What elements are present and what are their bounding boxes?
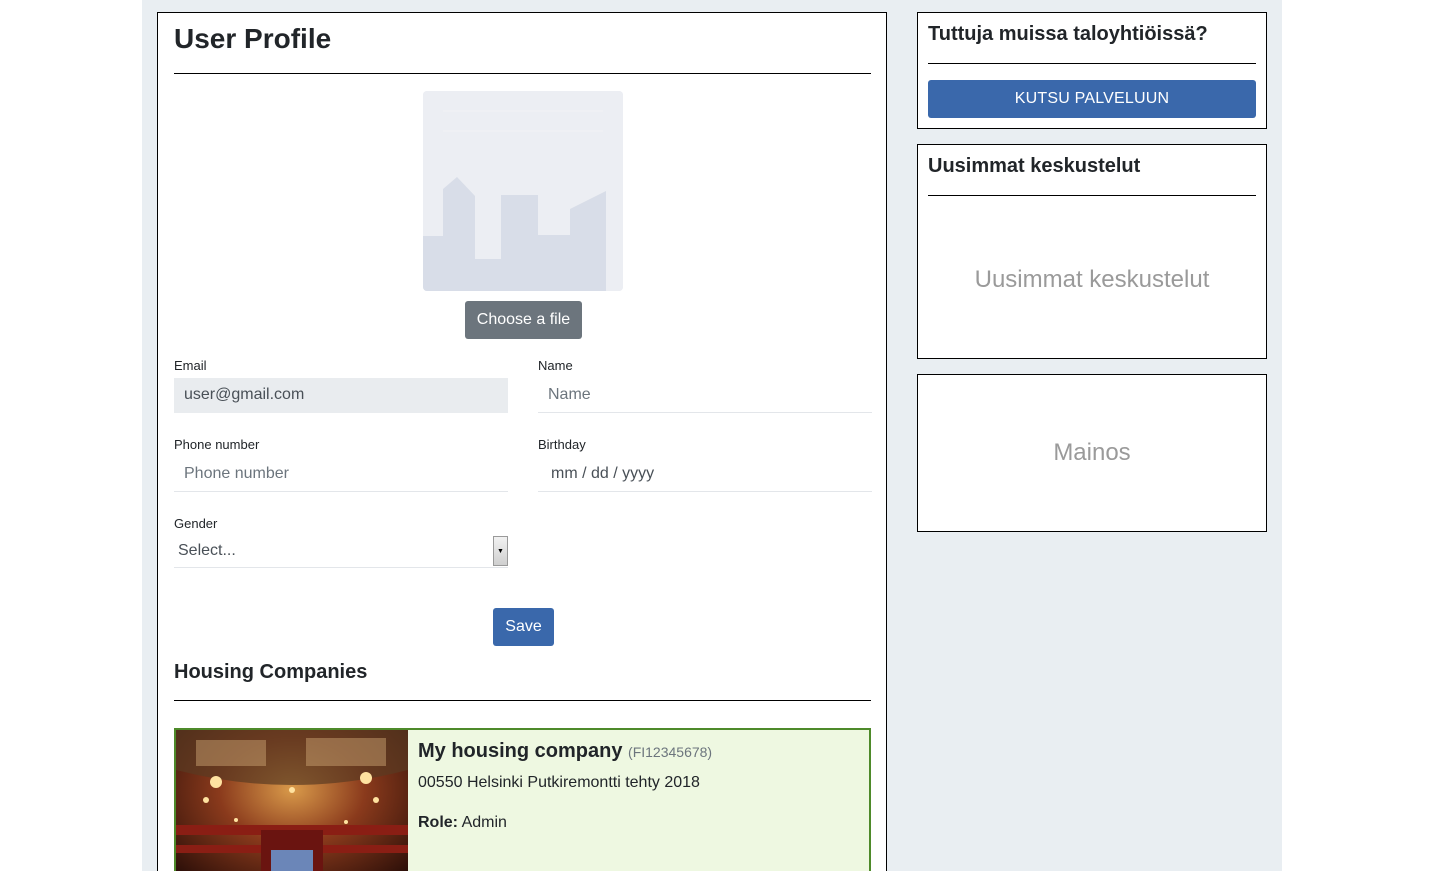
building-placeholder-icon xyxy=(423,91,623,291)
birthday-label: Birthday xyxy=(538,437,586,452)
title-divider xyxy=(174,73,871,74)
housing-companies-title: Housing Companies xyxy=(174,661,368,683)
gender-label: Gender xyxy=(174,516,218,531)
name-label: Name xyxy=(538,358,573,373)
discussions-divider xyxy=(928,195,1256,196)
company-role: Role: Admin xyxy=(418,814,507,832)
gender-selected-value: Select... xyxy=(178,542,236,559)
discussions-card: Uusimmat keskustelut Uusimmat keskustelu… xyxy=(917,144,1267,359)
name-input[interactable] xyxy=(538,378,872,413)
phone-label: Phone number xyxy=(174,437,260,452)
role-label: Role: xyxy=(418,814,458,831)
invite-card: Tuttuja muissa taloyhtiöissä? KUTSU PALV… xyxy=(917,12,1267,129)
housing-companies-divider xyxy=(174,700,871,701)
company-address: 00550 Helsinki Putkiremontti tehty 2018 xyxy=(418,774,700,791)
email-label: Email xyxy=(174,358,207,373)
page-title: User Profile xyxy=(174,23,332,54)
housing-company-card[interactable]: My housing company (FI12345678) 00550 He… xyxy=(174,728,871,871)
email-field[interactable]: user@gmail.com xyxy=(174,378,508,413)
theater-image-icon xyxy=(176,730,408,871)
invite-title: Tuttuja muissa taloyhtiöissä? xyxy=(928,23,1208,45)
ad-card[interactable]: Mainos xyxy=(917,374,1267,532)
housing-company-image xyxy=(176,730,408,871)
dropdown-arrow-icon[interactable]: ▼ xyxy=(493,536,508,566)
invite-divider xyxy=(928,63,1256,64)
company-name-text[interactable]: My housing company xyxy=(418,740,622,762)
phone-input[interactable] xyxy=(174,457,508,492)
choose-file-button[interactable]: Choose a file xyxy=(465,301,582,339)
save-button[interactable]: Save xyxy=(493,608,554,646)
company-business-id: (FI12345678) xyxy=(628,744,713,760)
housing-company-name[interactable]: My housing company (FI12345678) xyxy=(418,740,712,763)
profile-card: User Profile Choose a file Email user@gm… xyxy=(157,12,887,871)
discussions-placeholder: Uusimmat keskustelut xyxy=(974,266,1210,293)
birthday-input[interactable]: mm / dd / yyyy xyxy=(538,457,872,492)
gender-select[interactable]: Select... ▼ xyxy=(174,536,508,568)
avatar-placeholder[interactable] xyxy=(423,91,623,291)
invite-button[interactable]: KUTSU PALVELUUN xyxy=(928,80,1256,118)
role-value: Admin xyxy=(461,814,507,831)
ad-placeholder: Mainos xyxy=(1053,439,1131,466)
discussions-title: Uusimmat keskustelut xyxy=(928,155,1141,177)
